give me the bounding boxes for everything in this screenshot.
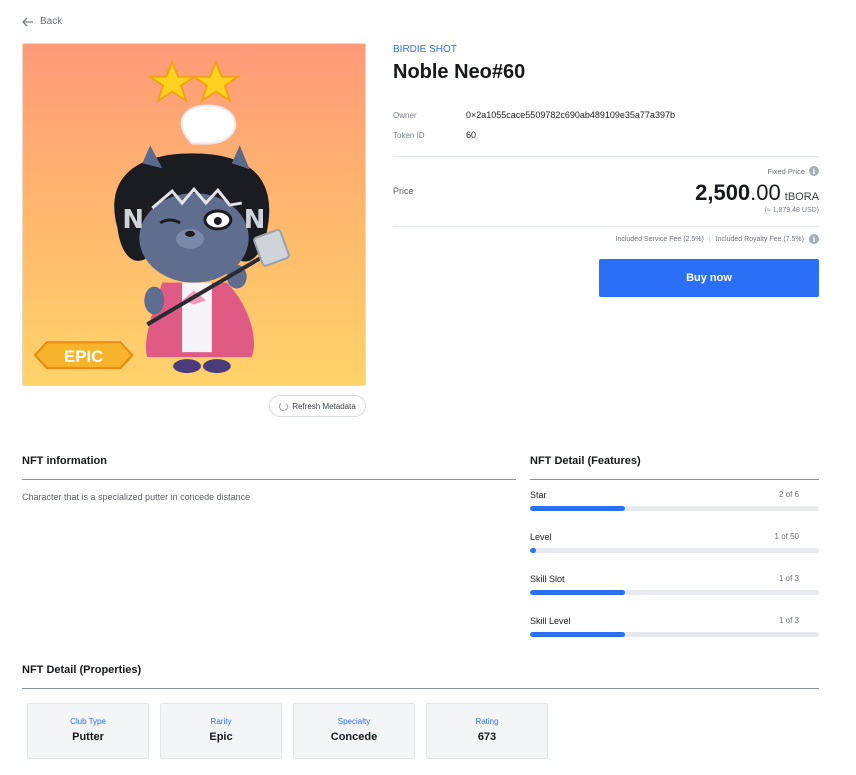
refresh-metadata-label: Refresh Metadata	[292, 401, 356, 411]
feature-progress-fill	[530, 590, 626, 595]
nft-features-title: NFT Detail (Features)	[530, 455, 641, 467]
property-card: Rarity Epic	[160, 703, 282, 759]
price-decimal: .00	[750, 180, 781, 205]
feature-label: Skill Slot	[530, 574, 565, 584]
refresh-metadata-button[interactable]: Refresh Metadata	[269, 395, 366, 417]
refresh-icon	[279, 401, 289, 411]
section-divider	[22, 688, 819, 689]
feature-progress-fill	[530, 632, 626, 637]
nft-description: Character that is a specialized putter i…	[22, 492, 251, 502]
fixed-price-row: Fixed Price i	[767, 166, 819, 176]
nft-properties-title: NFT Detail (Properties)	[22, 664, 142, 676]
star-icon	[190, 59, 241, 104]
royalty-fee: Included Royalty Fee (7.5%)	[715, 235, 804, 243]
price-integer: 2,500	[695, 180, 751, 205]
property-value: 673	[477, 731, 497, 743]
feature-progress-track	[530, 506, 819, 511]
feature-count: 1 of 3	[778, 574, 799, 583]
property-label: Rating	[475, 717, 499, 726]
feature-progress-track	[530, 590, 819, 595]
fixed-price-label: Fixed Price	[767, 166, 805, 176]
feature-count: 2 of 6	[778, 490, 799, 499]
fee-separator: |	[708, 235, 711, 243]
nft-information-title: NFT information	[22, 455, 107, 467]
token-id-value: 60	[466, 130, 477, 140]
nft-image: N N EPIC	[22, 43, 366, 386]
property-card: Rating 673	[426, 703, 548, 759]
arrow-left-icon	[22, 17, 33, 26]
star-icon	[147, 59, 198, 104]
page-title: Noble Neo#60	[393, 61, 526, 83]
divider	[393, 156, 819, 157]
owner-address[interactable]: 0×2a1055cace5509782c690ab489109e35a77a39…	[466, 110, 675, 120]
fees-row: Included Service Fee (2.5%) | Included R…	[616, 234, 819, 244]
divider	[393, 226, 819, 227]
rarity-badge-label: EPIC	[64, 347, 103, 366]
feature-progress-fill	[530, 506, 626, 511]
property-value: Epic	[209, 731, 233, 743]
back-label: Back	[40, 16, 63, 27]
info-icon[interactable]: i	[809, 166, 819, 176]
property-card: Club Type Putter	[27, 703, 149, 759]
token-id-label: Token ID	[393, 131, 425, 140]
feature-label: Level	[530, 532, 552, 542]
property-label: Specialty	[337, 717, 371, 726]
hair-letter-left: N	[122, 205, 144, 235]
rarity-badge: EPIC	[33, 341, 134, 370]
property-label: Rarity	[210, 717, 232, 726]
feature-count: 1 of 3	[778, 616, 799, 625]
owner-label: Owner	[393, 111, 417, 120]
back-link[interactable]: Back	[22, 16, 62, 27]
price-label: Price	[393, 186, 414, 196]
buy-now-button[interactable]: Buy now	[599, 259, 819, 297]
feature-count: 1 of 50	[774, 532, 799, 541]
feature-progress-fill	[530, 548, 536, 553]
feature-label: Star	[530, 490, 547, 500]
section-divider	[22, 479, 516, 480]
service-fee: Included Service Fee (2.5%)	[615, 235, 704, 243]
hair-letter-right: N	[244, 205, 266, 235]
feature-label: Skill Level	[530, 616, 571, 626]
property-value: Concede	[330, 731, 378, 743]
character-illustration: N N EPIC	[33, 59, 290, 374]
feature-progress-track	[530, 548, 819, 553]
property-value: Putter	[72, 731, 104, 743]
property-card: Specialty Concede	[293, 703, 415, 759]
price-usd: (≈ 1,879.48 USD)	[764, 207, 819, 214]
price-unit: tBORA	[784, 191, 819, 203]
price-value: 2,500 .00 tBORA	[695, 180, 819, 206]
section-divider	[530, 479, 819, 480]
collection-name[interactable]: BIRDIE SHOT	[393, 44, 457, 55]
property-label: Club Type	[70, 717, 106, 726]
feature-progress-track	[530, 632, 819, 637]
info-icon[interactable]: i	[809, 234, 819, 244]
